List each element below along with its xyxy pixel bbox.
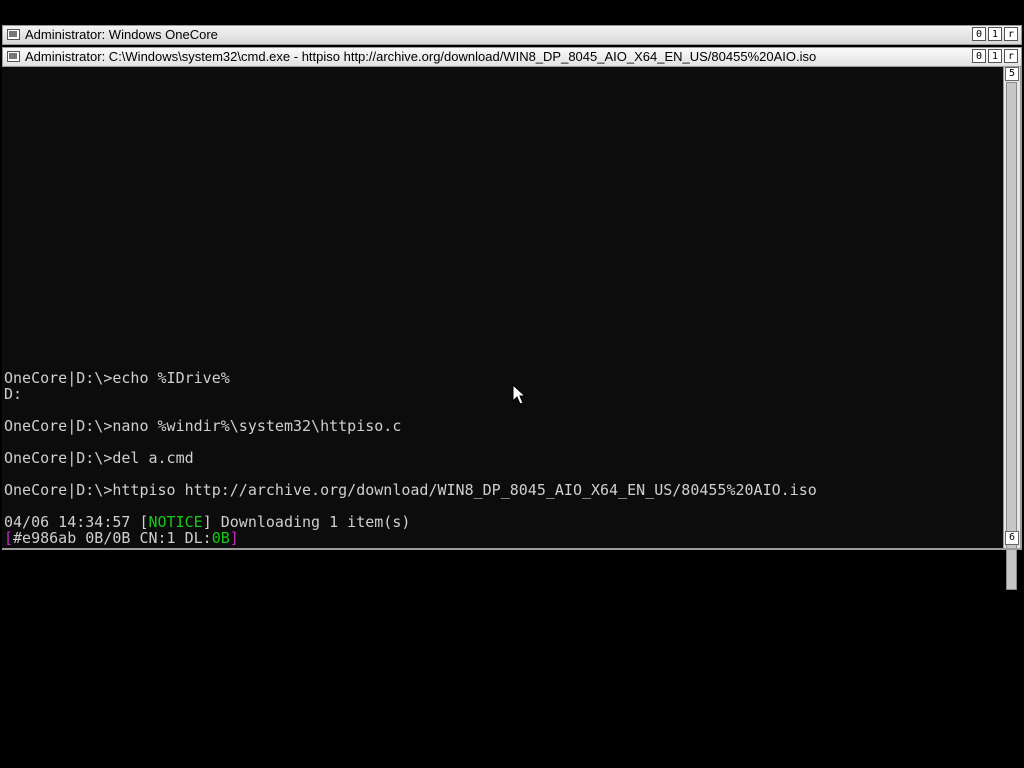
notice-line: 04/06 14:34:57 [NOTICE] Downloading 1 it…	[4, 514, 410, 530]
window-system-icon[interactable]	[7, 29, 20, 40]
progress-bracket-close: ]	[229, 529, 239, 547]
progress-line: [#e986ab 0B/0B CN:1 DL:0B]	[4, 530, 239, 546]
scroll-up-button[interactable]: 5	[1005, 67, 1019, 81]
cmd-minimize-button[interactable]: 0	[972, 49, 986, 63]
minimize-button[interactable]: 0	[972, 27, 986, 41]
console-line: OneCore|D:\>echo %IDrive%	[4, 369, 230, 387]
scroll-down-button[interactable]: 6	[1005, 531, 1019, 545]
console-line: OneCore|D:\>del a.cmd	[4, 449, 194, 467]
window-frame-right	[1020, 67, 1022, 549]
cmd-window-titlebar[interactable]: Administrator: C:\Windows\system32\cmd.e…	[2, 47, 1022, 67]
console-line: OneCore|D:\>nano %windir%\system32\httpi…	[4, 417, 402, 435]
maximize-button[interactable]: 1	[988, 27, 1002, 41]
cmd-window-title: Administrator: C:\Windows\system32\cmd.e…	[25, 49, 817, 64]
console-line: OneCore|D:\>httpiso http://archive.org/d…	[4, 481, 817, 499]
cmd-restore-button[interactable]: r	[1004, 49, 1018, 63]
notice-message: Downloading 1 item(s)	[220, 513, 411, 531]
console-output[interactable]: OneCore|D:\>echo %IDrive% D: OneCore|D:\…	[2, 67, 1003, 549]
cmd-window-buttons: 0 1 r	[972, 49, 1018, 63]
cmd-system-icon[interactable]	[7, 51, 20, 62]
outer-window-titlebar[interactable]: Administrator: Windows OneCore 0 1 r	[2, 25, 1022, 45]
progress-bracket-open: [	[4, 529, 14, 547]
progress-dl-value: 0B	[211, 529, 230, 547]
progress-body: #e986ab 0B/0B CN:1 DL:	[13, 529, 212, 547]
scroll-thumb[interactable]	[1006, 82, 1017, 590]
outer-window-title: Administrator: Windows OneCore	[25, 27, 218, 42]
console-scrollbar[interactable]: 5 6	[1003, 67, 1020, 590]
console-line: D:	[4, 385, 23, 403]
restore-button[interactable]: r	[1004, 27, 1018, 41]
outer-window-buttons: 0 1 r	[972, 27, 1018, 41]
cmd-maximize-button[interactable]: 1	[988, 49, 1002, 63]
window-frame-bottom	[2, 548, 1022, 550]
